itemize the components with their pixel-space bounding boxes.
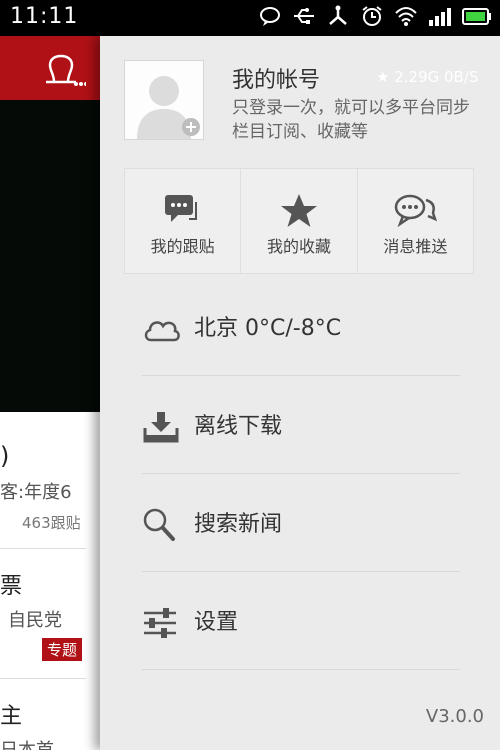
weather-row[interactable]: 北京 0°C/-8°C bbox=[142, 278, 460, 376]
search-news-row[interactable]: 搜索新闻 bbox=[142, 474, 460, 572]
offline-download-label: 离线下载 bbox=[194, 414, 283, 439]
news-title[interactable]: ) bbox=[0, 442, 9, 470]
network-speed: ★ 2.29G 0B/S bbox=[376, 68, 479, 86]
battery-icon bbox=[462, 5, 492, 27]
account-description: 只登录一次，就可以多平台同步栏目订阅、收藏等 bbox=[232, 98, 470, 142]
message-push-label: 消息推送 bbox=[383, 237, 448, 256]
message-push-button[interactable]: 消息推送 bbox=[358, 169, 473, 273]
download-icon bbox=[143, 412, 179, 443]
weather-label: 北京 0°C/-8°C bbox=[194, 316, 342, 341]
message-icon bbox=[395, 194, 438, 227]
news-title[interactable]: 主 bbox=[0, 698, 22, 730]
chat-bubble-icon bbox=[258, 5, 282, 27]
news-subtitle: 客:年度6 bbox=[0, 482, 72, 503]
star-icon bbox=[280, 194, 317, 227]
cloud-icon bbox=[144, 321, 180, 342]
news-subtitle: 自民党 bbox=[8, 610, 62, 631]
side-drawer: 我的帐号 ★ 2.29G 0B/S 只登录一次，就可以多平台同步栏目订阅、收藏等… bbox=[100, 36, 500, 750]
settings-label: 设置 bbox=[194, 610, 239, 635]
avatar[interactable] bbox=[124, 60, 204, 140]
my-favorites-button[interactable]: 我的收藏 bbox=[241, 169, 358, 273]
news-list-background: ) 客:年度6 463跟贴 票 自民党 专题 主 日本首 bbox=[0, 36, 100, 750]
quick-actions: 我的跟贴 我的收藏 消息推送 bbox=[124, 168, 474, 274]
my-favorites-label: 我的收藏 bbox=[266, 237, 331, 256]
signal-icon bbox=[428, 5, 452, 27]
top-bar bbox=[0, 36, 100, 100]
usb-icon bbox=[292, 5, 316, 27]
comment-count: 463跟贴 bbox=[22, 514, 81, 532]
comment-icon bbox=[164, 195, 197, 222]
connection-icon bbox=[326, 5, 350, 27]
topic-badge: 专题 bbox=[42, 638, 83, 661]
my-comments-label: 我的跟贴 bbox=[150, 237, 215, 256]
news-title[interactable]: 票 bbox=[0, 568, 22, 600]
user-icon[interactable] bbox=[44, 54, 86, 88]
divider bbox=[0, 678, 86, 679]
status-icons bbox=[258, 5, 492, 27]
divider bbox=[142, 669, 460, 670]
status-time: 11:11 bbox=[10, 4, 79, 29]
search-news-label: 搜索新闻 bbox=[194, 512, 283, 537]
settings-row[interactable]: 设置 bbox=[142, 572, 460, 670]
settings-icon bbox=[144, 608, 176, 638]
alarm-icon bbox=[360, 5, 384, 27]
offline-download-row[interactable]: 离线下载 bbox=[142, 376, 460, 474]
my-comments-button[interactable]: 我的跟贴 bbox=[125, 169, 242, 273]
search-icon bbox=[143, 508, 175, 541]
account-title[interactable]: 我的帐号 bbox=[232, 62, 320, 94]
version-label: V3.0.0 bbox=[425, 706, 484, 727]
wifi-icon bbox=[394, 5, 418, 27]
video-thumbnail[interactable] bbox=[0, 100, 100, 412]
status-bar: 11:11 bbox=[0, 0, 500, 36]
divider bbox=[0, 548, 86, 549]
news-subtitle: 日本首 bbox=[0, 736, 54, 750]
